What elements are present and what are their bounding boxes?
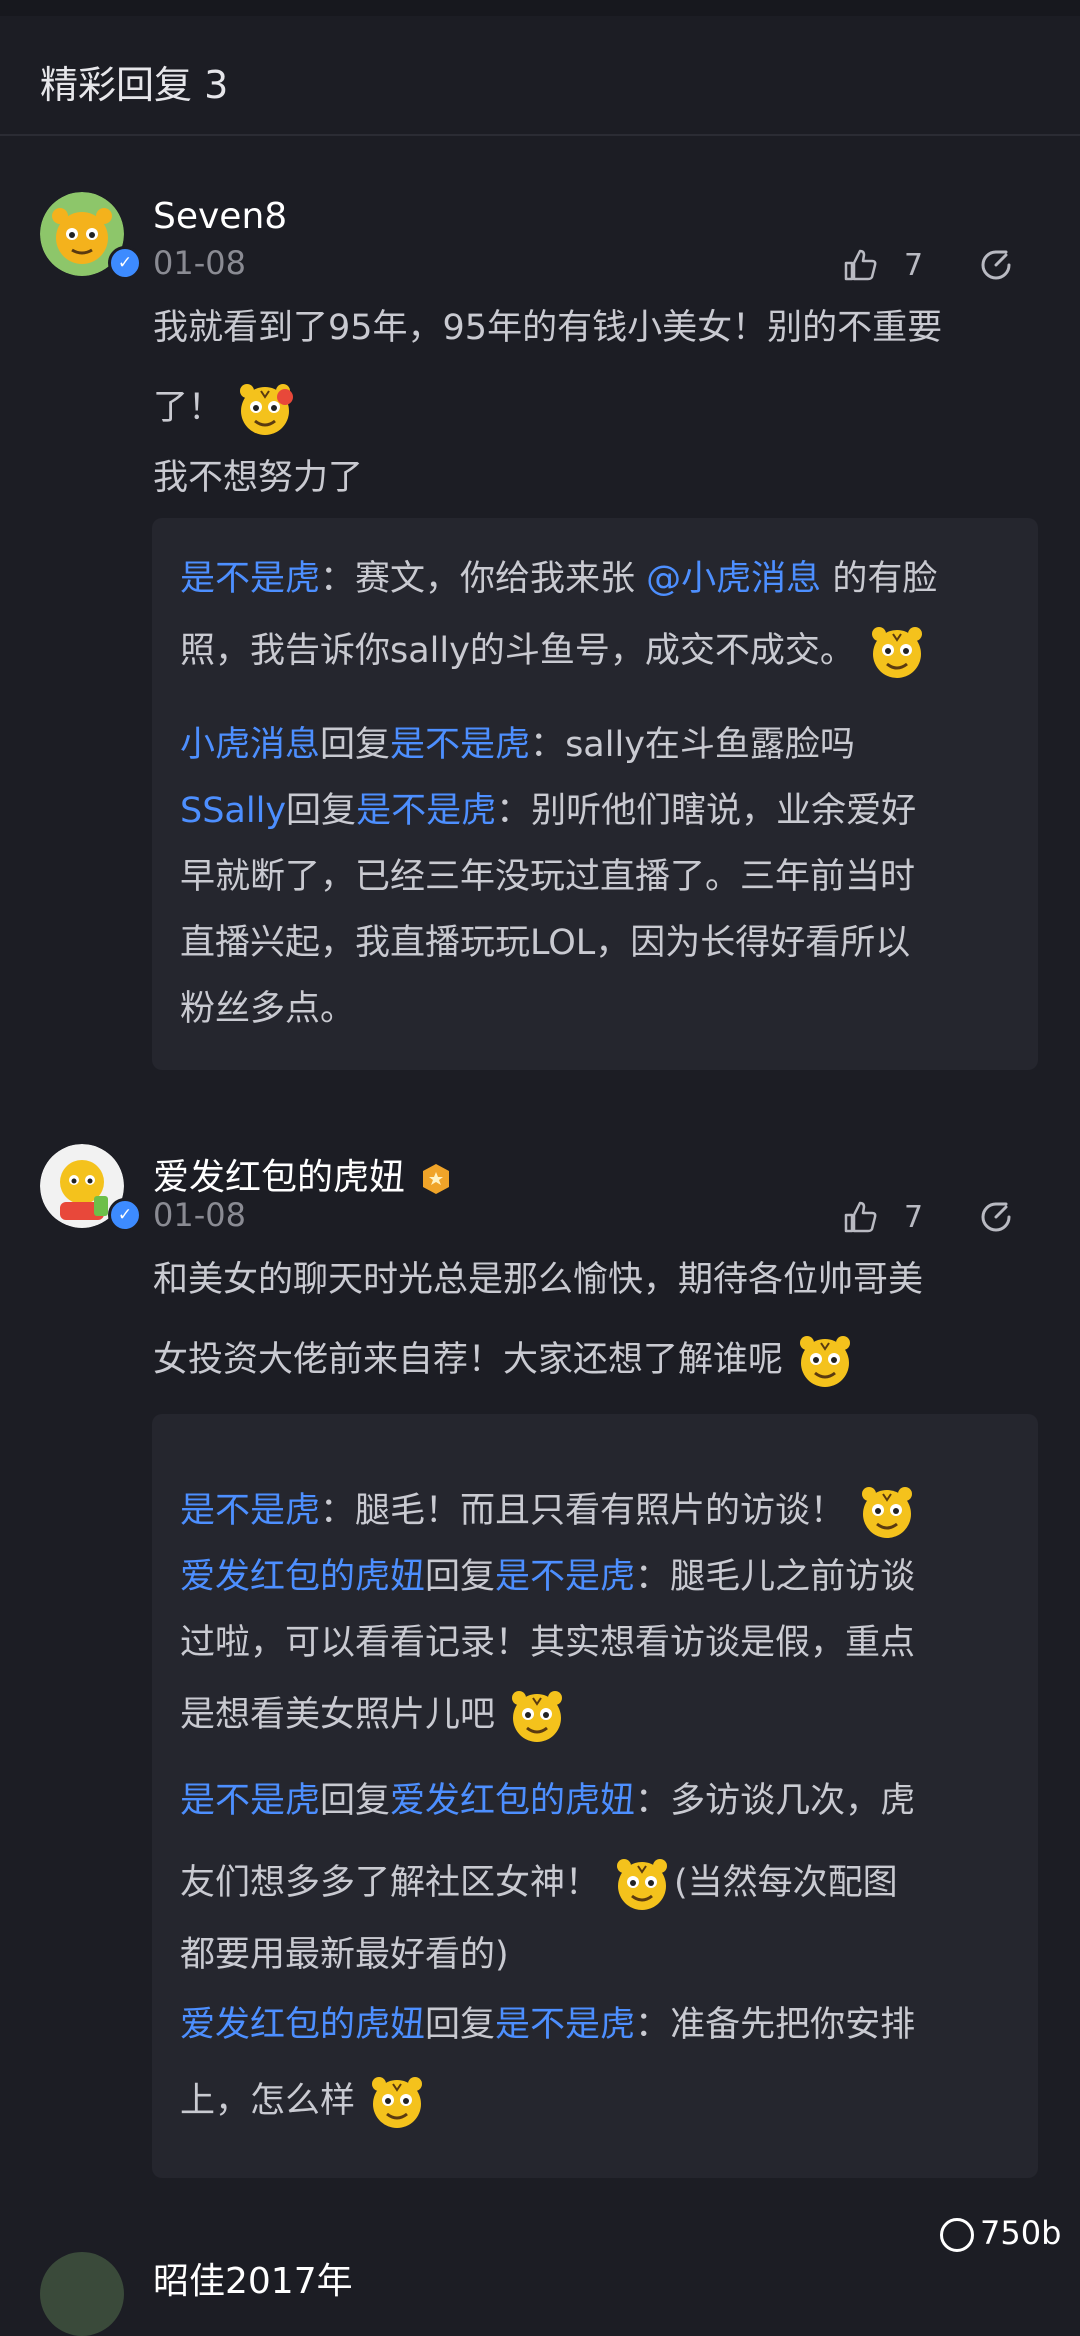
reply-icon[interactable]: [975, 1196, 1017, 1238]
chat-bubble-icon: [940, 2218, 974, 2252]
reply-item[interactable]: SSally回复是不是虎：别听他们瞎说，业余爱好: [180, 778, 1020, 844]
reply-username[interactable]: 小虎消息: [180, 725, 320, 765]
reply-thread[interactable]: 是不是虎：赛文，你给我来张 @小虎消息 的有脸 照，我告诉你sally的斗鱼号，…: [152, 518, 1038, 1070]
tiger-glasses-emoji-icon: [610, 1852, 674, 1916]
avatar[interactable]: [40, 2252, 124, 2336]
section-header: 精彩回复 3: [0, 16, 1080, 136]
reply-target[interactable]: 是不是虎: [390, 725, 530, 765]
tiger-grin-emoji-icon: [365, 2070, 429, 2134]
reply-username[interactable]: 是不是虎: [180, 1491, 320, 1531]
comment-body: 和美女的聊天时光总是那么愉快，期待各位帅哥美 女投资大佬前来自荐！大家还想了解谁…: [153, 1240, 1033, 1400]
tiger-emoji-icon: [855, 1480, 919, 1544]
reply-username[interactable]: 是不是虎: [180, 1781, 320, 1821]
reply-item-cont: 都要用最新最好看的): [180, 1935, 509, 1975]
comment-username[interactable]: 爱发红包的虎妞: [153, 1148, 453, 1200]
tiger-heart-emoji-icon: [233, 377, 294, 441]
reply-username[interactable]: 是不是虎: [180, 559, 320, 599]
reply-item[interactable]: 爱发红包的虎妞回复是不是虎：准备先把你安排: [180, 1992, 1020, 2058]
comment-body: 我就看到了95年，95年的有钱小美女！别的不重要 了！ 我不想努力了: [153, 288, 1033, 508]
thumbs-up-icon[interactable]: [840, 1197, 880, 1237]
reply-username[interactable]: 爱发红包的虎妞: [180, 1557, 425, 1597]
comment-count-badge[interactable]: 750b: [940, 2214, 1061, 2252]
reply-target[interactable]: 是不是虎: [495, 1557, 635, 1597]
tiger-emoji-icon: [865, 620, 929, 684]
comment-text-line: 和美女的聊天时光总是那么愉快，期待各位帅哥美: [153, 1260, 924, 1300]
comment-text-line: 女投资大佬前来自荐！大家还想了解谁呢: [153, 1320, 1033, 1400]
comment-text-line: 我不想努力了: [153, 458, 364, 498]
reply-item-cont: 照，我告诉你sally的斗鱼号，成交不成交。: [180, 618, 1020, 684]
reply-target[interactable]: 爱发红包的虎妞: [390, 1781, 635, 1821]
reply-item[interactable]: 是不是虎：腿毛！而且只看有照片的访谈！: [180, 1478, 1020, 1544]
reply-item[interactable]: 爱发红包的虎妞回复是不是虎：腿毛儿之前访谈: [180, 1544, 1020, 1610]
level-badge-icon: [423, 1164, 450, 1194]
like-count: 7: [904, 1200, 924, 1235]
comment-date: 01-08: [153, 1196, 246, 1234]
reply-item-cont: 上，怎么样: [180, 2068, 1020, 2134]
reply-icon[interactable]: [975, 244, 1017, 286]
reply-item[interactable]: 是不是虎回复爱发红包的虎妞：多访谈几次，虎: [180, 1768, 1020, 1834]
tiger-grin-emoji-icon: [793, 1329, 857, 1393]
comment-text-line: 我就看到了95年，95年的有钱小美女！别的不重要: [153, 308, 943, 348]
reply-item-cont: 直播兴起，我直播玩玩LOL，因为长得好看所以: [180, 923, 911, 963]
like-count: 7: [904, 248, 924, 283]
reply-item[interactable]: 是不是虎：赛文，你给我来张 @小虎消息 的有脸: [180, 546, 1020, 612]
comment-date: 01-08: [153, 244, 246, 282]
mention-link[interactable]: @小虎消息: [646, 559, 821, 599]
tiger-wink-emoji-icon: [505, 1684, 569, 1748]
thumbs-up-icon[interactable]: [840, 245, 880, 285]
status-bar-strip: [0, 0, 1080, 16]
page-title: 精彩回复 3: [40, 63, 229, 107]
comment-text-line: 了！: [153, 368, 1033, 448]
reply-item-cont: 友们想多多了解社区女神！ (当然每次配图: [180, 1850, 1020, 1916]
verified-badge-icon: ✓: [108, 246, 142, 280]
reply-username[interactable]: SSally: [180, 791, 286, 831]
reply-item[interactable]: 小虎消息回复是不是虎：sally在斗鱼露脸吗: [180, 712, 1020, 778]
reply-target[interactable]: 是不是虎: [495, 2005, 635, 2045]
comment-username[interactable]: 昭佳2017年: [153, 2252, 353, 2304]
reply-item-cont: 早就断了，已经三年没玩过直播了。三年前当时: [180, 857, 916, 897]
comment-username[interactable]: Seven8: [153, 196, 287, 237]
reply-item-cont: 粉丝多点。: [180, 989, 356, 1029]
reply-thread[interactable]: 是不是虎：腿毛！而且只看有照片的访谈！ 爱发红包的虎妞回复是不是虎：腿毛儿之前访…: [152, 1414, 1038, 2178]
reply-username[interactable]: 爱发红包的虎妞: [180, 2005, 425, 2045]
reply-item-cont: 过啦，可以看看记录！其实想看访谈是假，重点: [180, 1623, 916, 1663]
verified-badge-icon: ✓: [108, 1198, 142, 1232]
reply-target[interactable]: 是不是虎: [356, 791, 496, 831]
reply-item-cont: 是想看美女照片儿吧: [180, 1682, 1020, 1748]
